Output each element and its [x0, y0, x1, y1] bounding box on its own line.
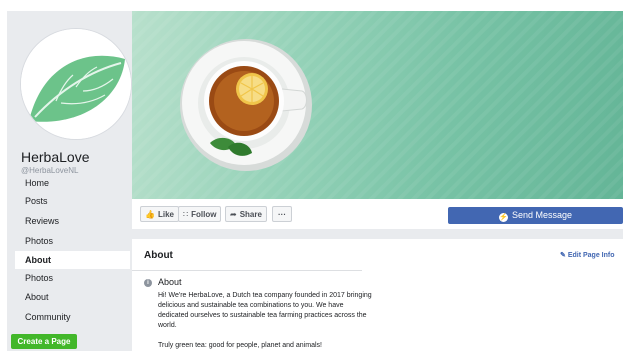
about-tagline: Truly green tea: good for people, planet… — [158, 342, 322, 349]
sidebar-item-community[interactable]: Community — [15, 308, 130, 326]
profile-picture[interactable] — [20, 28, 132, 140]
sidebar-item-home[interactable]: Home — [15, 174, 130, 192]
share-label: Share — [239, 210, 262, 219]
left-sidebar: HerbaLove @HerbaLoveNL Home Posts Review… — [7, 11, 132, 351]
send-message-button[interactable]: ⚡ Send Message — [448, 207, 623, 224]
follow-label: Follow — [191, 210, 217, 219]
send-message-label: Send Message — [511, 210, 573, 220]
more-options-button[interactable]: ··· — [272, 206, 292, 222]
info-icon: i — [144, 279, 152, 287]
about-description: Hi! We're HerbaLove, a Dutch tea company… — [158, 292, 372, 329]
sidebar-item-about[interactable]: About — [15, 251, 130, 269]
rss-icon: ∷ — [183, 210, 189, 219]
sidebar-item-photos-2[interactable]: Photos — [15, 269, 130, 287]
pencil-icon: ✎ — [560, 252, 566, 259]
page-action-bar: 👍 Like ∷ Follow ➦ Share ··· ⚡ Send Message — [132, 199, 623, 229]
page-name[interactable]: HerbaLove — [21, 149, 90, 165]
section-divider — [132, 229, 623, 239]
about-card: About ✎ Edit Page Info i About Hi! We're… — [132, 239, 623, 351]
sidebar-item-about-2[interactable]: About — [15, 288, 130, 306]
like-label: Like — [157, 210, 174, 219]
like-button[interactable]: 👍 Like — [140, 206, 179, 222]
messenger-icon: ⚡ — [498, 213, 508, 222]
tea-leaf-image — [21, 29, 131, 139]
about-section-title: About — [158, 277, 182, 287]
thumbs-up-icon: 👍 — [145, 210, 155, 219]
sidebar-item-photos[interactable]: Photos — [15, 232, 130, 250]
about-divider — [132, 270, 362, 271]
about-heading: About — [144, 250, 173, 261]
edit-page-info-link[interactable]: ✎ Edit Page Info — [560, 251, 615, 259]
share-arrow-icon: ➦ — [230, 210, 237, 219]
cover-photo[interactable] — [132, 11, 623, 199]
sidebar-item-posts[interactable]: Posts — [15, 192, 130, 210]
share-button[interactable]: ➦ Share — [225, 206, 267, 222]
follow-button[interactable]: ∷ Follow — [178, 206, 222, 222]
tea-cup-image — [132, 11, 623, 199]
create-page-button[interactable]: Create a Page — [11, 334, 77, 349]
sidebar-item-reviews[interactable]: Reviews — [15, 212, 130, 230]
edit-page-info-label: Edit Page Info — [567, 252, 615, 259]
